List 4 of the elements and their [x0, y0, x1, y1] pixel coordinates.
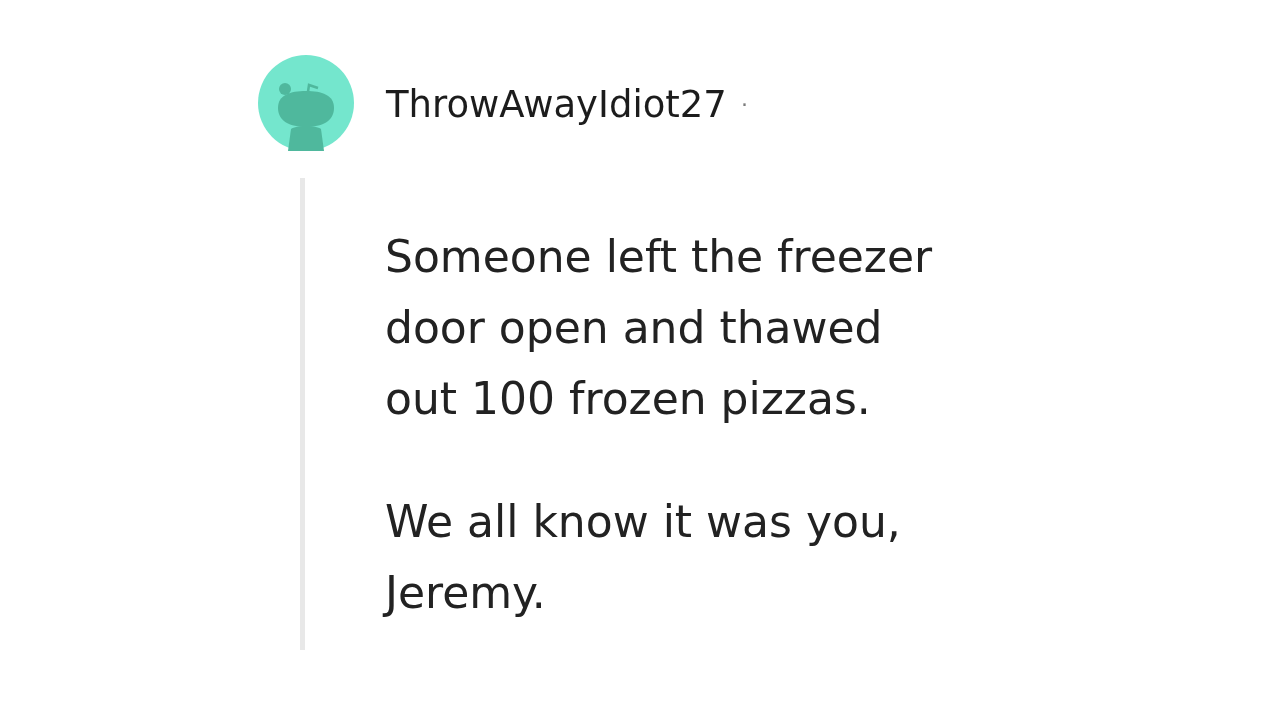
avatar-icon — [258, 55, 354, 151]
separator-dot: · — [740, 92, 748, 118]
comment-paragraph: Someone left the freezer door open and thawed out 100 frozen pizzas. — [385, 230, 934, 426]
username-link[interactable]: ThrowAwayIdiot27 — [386, 83, 727, 127]
